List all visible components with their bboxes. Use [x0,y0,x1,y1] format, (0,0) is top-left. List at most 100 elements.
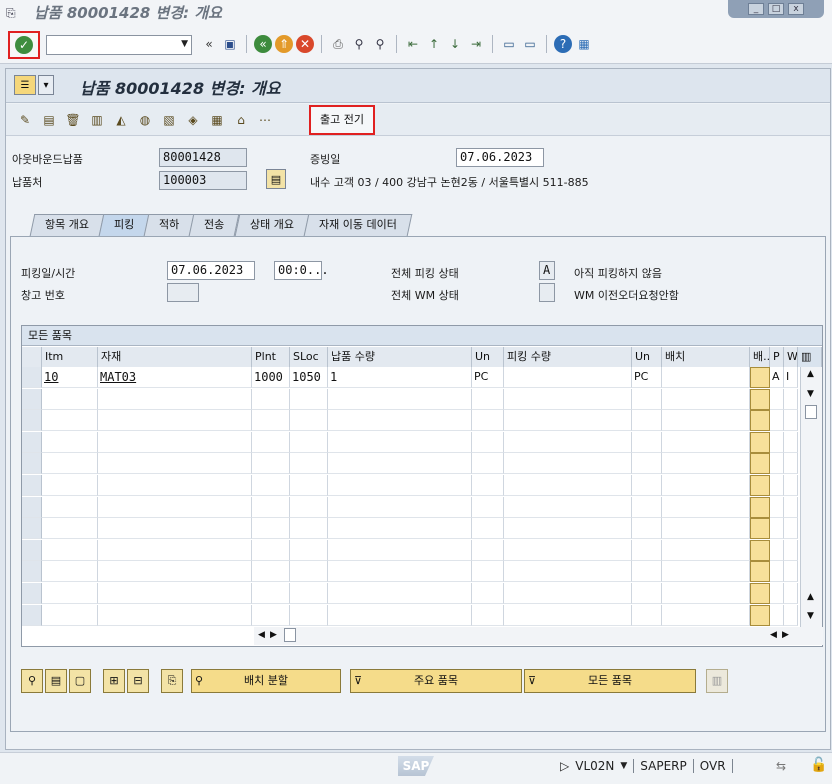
table-row[interactable] [22,518,798,540]
delete-row-icon[interactable]: ⊟ [127,669,149,693]
horizontal-scrollbar[interactable]: ◀ ▶ [254,627,799,645]
more-icon[interactable]: ⋯ [256,111,274,129]
shortcut-icon[interactable]: ▭ [521,35,539,53]
table-row[interactable] [22,453,798,475]
table-row[interactable] [22,561,798,583]
last-page-icon[interactable]: ⇥ [467,35,485,53]
document-date-field[interactable]: 07.06.2023 [456,148,544,167]
batch-split-button[interactable]: ⚲ 배치 분할 [191,669,341,693]
partner-icon[interactable]: ◭ [112,111,130,129]
scroll-up-icon[interactable]: ▲ [807,369,814,379]
column-header-p[interactable]: P [770,347,784,367]
row-selector[interactable] [22,453,42,475]
close-button[interactable]: x [788,3,804,15]
table-row[interactable] [22,604,798,626]
row-selector[interactable] [22,539,42,561]
minimize-button[interactable]: _ [748,3,764,15]
table-row[interactable] [22,583,798,604]
pick-time-field[interactable]: 00:0... [274,261,329,280]
exit-icon[interactable]: ⇑ [275,35,293,53]
insert-row-icon[interactable]: ⊞ [103,669,125,693]
table-row[interactable] [22,388,798,410]
warehouse-number-field[interactable] [167,283,199,302]
main-items-button[interactable]: ⊽ 주요 품목 [350,669,522,693]
row-selector[interactable] [22,410,42,432]
table-cell-batch[interactable] [662,604,750,626]
command-input[interactable] [47,36,173,54]
help-icon[interactable]: ? [554,35,572,53]
table-cell-batch[interactable] [662,539,750,561]
table-cell-dlv-qty[interactable] [328,431,472,453]
batch-split-cell-button[interactable] [750,410,770,432]
batch-split-cell-button[interactable] [750,539,770,561]
batch-split-cell-button[interactable] [750,561,770,583]
batch-split-cell-button[interactable] [750,518,770,540]
column-settings-icon[interactable]: ▥ [798,347,822,367]
lock-icon[interactable]: 🔓 [810,757,827,773]
deselect-all-icon[interactable]: ▢ [69,669,91,693]
item-details-icon[interactable]: ▥ [88,111,106,129]
print-icon[interactable]: ⎙ [329,35,347,53]
table-cell-dlv-qty[interactable] [328,518,472,540]
row-selector[interactable] [22,388,42,410]
tab-status-overview[interactable]: 상태 개요 [234,214,310,236]
table-cell-pick-qty[interactable] [504,518,632,540]
header-icon[interactable]: ▤ [40,111,58,129]
tab-loading[interactable]: 적하 [143,214,195,236]
customize-layout-icon[interactable]: ▦ [575,35,593,53]
column-header-w[interactable]: W [784,347,798,367]
maximize-button[interactable]: □ [768,3,784,15]
row-selector[interactable] [22,518,42,540]
table-cell-pick-qty[interactable] [504,539,632,561]
column-header-item[interactable]: Itm [42,347,98,367]
table-cell-batch[interactable] [662,518,750,540]
batch-split-cell-button[interactable] [750,388,770,410]
pick-date-field[interactable]: 07.06.2023 [167,261,255,280]
chevron-down-icon[interactable]: ▼ [620,761,627,771]
table-cell-dlv-qty[interactable] [328,453,472,475]
column-header-batch[interactable]: 배치 [662,347,750,367]
table-row[interactable] [22,496,798,518]
double-left-icon[interactable]: « [200,35,218,53]
column-header-picked-quantity[interactable]: 피킹 수량 [504,347,632,367]
zoom-item-icon[interactable]: ⚲ [21,669,43,693]
row-selector[interactable] [22,604,42,626]
table-cell-batch[interactable] [662,561,750,583]
select-all-icon[interactable]: ▤ [45,669,67,693]
column-header-material[interactable]: 자재 [98,347,252,367]
delete-icon[interactable]: 🗑 [64,111,82,129]
scroll-left-icon[interactable]: ◀ [770,630,777,640]
table-cell-pick-qty[interactable] [504,475,632,496]
row-selector[interactable] [22,367,42,388]
command-field[interactable]: ▼ [46,35,192,55]
column-header-batch-split[interactable]: 배.. [750,347,770,367]
batch-split-cell-button[interactable] [750,496,770,518]
table-row[interactable]: 10 MAT03 1000 1050 1 PC PC A I [22,367,798,388]
scroll-down-icon[interactable]: ▼ [807,611,814,621]
outbound-delivery-field[interactable]: 80001428 [159,148,247,167]
tab-item-overview[interactable]: 항목 개요 [29,214,105,236]
vertical-scrollbar[interactable]: ▲ ▼ ▲ ▼ [800,367,822,627]
save-icon[interactable]: ▣ [221,35,239,53]
row-selector[interactable] [22,561,42,583]
table-cell-dlv-qty[interactable] [328,496,472,518]
batch-split-cell-button[interactable] [750,475,770,496]
table-row[interactable] [22,410,798,432]
all-items-button[interactable]: ⊽ 모든 품목 [524,669,696,693]
table-cell-batch[interactable] [662,583,750,604]
previous-page-icon[interactable]: ↑ [425,35,443,53]
find-icon[interactable]: ⚲ [350,35,368,53]
first-page-icon[interactable]: ⇤ [404,35,422,53]
table-cell-dlv-qty[interactable]: 1 [328,367,472,388]
scroll-left-icon[interactable]: ◀ [258,630,265,640]
pack-icon[interactable]: ◈ [184,111,202,129]
stock-icon[interactable]: ▦ [208,111,226,129]
batch-split-cell-button[interactable] [750,367,770,388]
tab-goods-movement-data[interactable]: 자재 이동 데이터 [303,214,412,236]
menu-dropdown-icon[interactable]: ▾ [38,75,54,95]
batch-split-cell-button[interactable] [750,583,770,604]
column-header-unit[interactable]: Un [472,347,504,367]
table-cell-batch[interactable] [662,388,750,410]
menu-icon[interactable]: ☰ [14,75,36,95]
scroll-up-icon[interactable]: ▲ [807,592,814,602]
